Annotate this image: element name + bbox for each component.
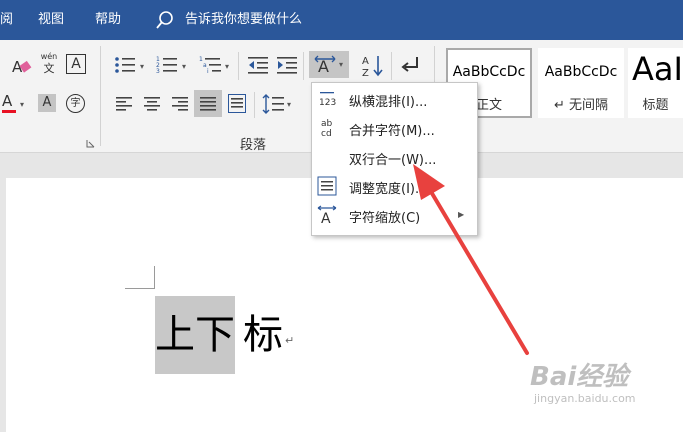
numbering-icon[interactable]: 1 2 3	[156, 55, 178, 75]
asian-layout-button[interactable]: A ▾	[309, 51, 349, 78]
svg-text:A: A	[321, 211, 331, 225]
svg-text:3: 3	[156, 68, 160, 75]
style-sample: AaBbCcDc	[452, 64, 526, 80]
phonetic-bottom: 文	[43, 62, 55, 75]
menu-item-label: 纵横混排(I)...	[349, 95, 428, 110]
watermark-brand: Bai经验	[530, 362, 629, 392]
watermark: Bai经验 jingyan.baidu.com	[530, 362, 636, 406]
phonetic-top: wén	[40, 52, 58, 61]
phonetic-guide-button[interactable]: wén 文	[38, 52, 60, 78]
svg-text:Z: Z	[362, 68, 369, 78]
align-left-icon[interactable]	[116, 96, 132, 111]
enclose-characters-button[interactable]: 字	[66, 94, 85, 113]
show-formatting-marks-icon[interactable]	[400, 56, 420, 74]
character-border-button[interactable]: A	[66, 54, 86, 74]
asian-layout-icon: A	[314, 55, 336, 75]
separator	[391, 52, 392, 80]
svg-text:123: 123	[319, 98, 336, 108]
style-name: 标题	[642, 98, 669, 113]
multilevel-dropdown-icon[interactable]: ▾	[225, 62, 229, 71]
font-color-dropdown-icon[interactable]: ▾	[20, 100, 24, 109]
watermark-url: jingyan.baidu.com	[534, 392, 636, 405]
menu-item-label: 合并字符(M)...	[349, 124, 435, 139]
svg-text:A: A	[362, 56, 369, 67]
fit-text-icon	[317, 176, 337, 196]
asian-layout-dropdown-icon: ▾	[339, 60, 344, 69]
justify-button[interactable]	[194, 90, 222, 117]
margin-mark	[125, 288, 154, 289]
align-right-icon[interactable]	[172, 96, 188, 111]
paragraph-mark: ↵	[285, 334, 295, 347]
separator	[254, 92, 255, 118]
line-spacing-dropdown-icon[interactable]: ▾	[287, 100, 291, 109]
selected-text[interactable]: 上下	[155, 296, 235, 374]
character-scaling-icon: A	[317, 205, 337, 225]
annotation-arrow	[413, 164, 529, 355]
multilevel-list-icon[interactable]: 1 a i	[199, 55, 223, 75]
group-separator	[100, 46, 101, 146]
dialog-launcher-icon[interactable]	[86, 139, 95, 148]
style-sample: AaBbCcDc	[544, 64, 618, 80]
style-name: ↵ 无间隔	[553, 98, 609, 113]
horizontal-in-vertical-icon: 123	[317, 89, 337, 109]
decrease-indent-icon[interactable]	[248, 56, 268, 74]
search-icon[interactable]	[155, 10, 175, 30]
separator	[303, 52, 304, 80]
bullets-icon[interactable]	[114, 56, 136, 74]
svg-text:cd: cd	[321, 129, 332, 139]
font-color-letter: A	[2, 92, 13, 110]
menu-view[interactable]: 视图	[38, 0, 64, 40]
tell-me-search[interactable]: 告诉我你想要做什么	[185, 0, 302, 40]
style-heading[interactable]: AaI 标题	[628, 48, 683, 118]
sort-icon[interactable]: A Z	[362, 54, 384, 78]
numbering-dropdown-icon[interactable]: ▾	[182, 62, 186, 71]
font-color-bar	[2, 110, 16, 113]
menu-bar: 阅 视图 帮助 告诉我你想要做什么	[0, 0, 683, 40]
font-color-button[interactable]: A	[2, 92, 18, 114]
justify-icon	[200, 97, 216, 111]
character-shading-button[interactable]: A	[38, 94, 56, 112]
paragraph-group-label: 段落	[240, 138, 267, 153]
style-sample: AaI	[632, 50, 683, 88]
increase-indent-icon[interactable]	[277, 56, 297, 74]
separator	[238, 52, 239, 80]
line-spacing-icon[interactable]	[262, 94, 284, 114]
combine-characters-icon: ab cd	[317, 118, 337, 139]
align-center-icon[interactable]	[144, 96, 160, 111]
clear-formatting-icon[interactable]: A	[10, 55, 32, 77]
menu-help[interactable]: 帮助	[95, 0, 121, 40]
style-no-spacing[interactable]: AaBbCcDc ↵ 无间隔	[538, 48, 624, 118]
svg-text:i: i	[207, 68, 209, 75]
menu-review[interactable]: 阅	[0, 0, 13, 40]
menu-item-combine-characters[interactable]: ab cd 合并字符(M)...	[312, 114, 477, 143]
distributed-icon[interactable]	[228, 94, 246, 113]
margin-mark	[154, 266, 155, 289]
document-text[interactable]: 标	[243, 296, 283, 374]
menu-item-horizontal-in-vertical[interactable]: 123 纵横混排(I)...	[312, 85, 477, 114]
bullets-dropdown-icon[interactable]: ▾	[140, 62, 144, 71]
svg-text:ab: ab	[321, 119, 333, 129]
